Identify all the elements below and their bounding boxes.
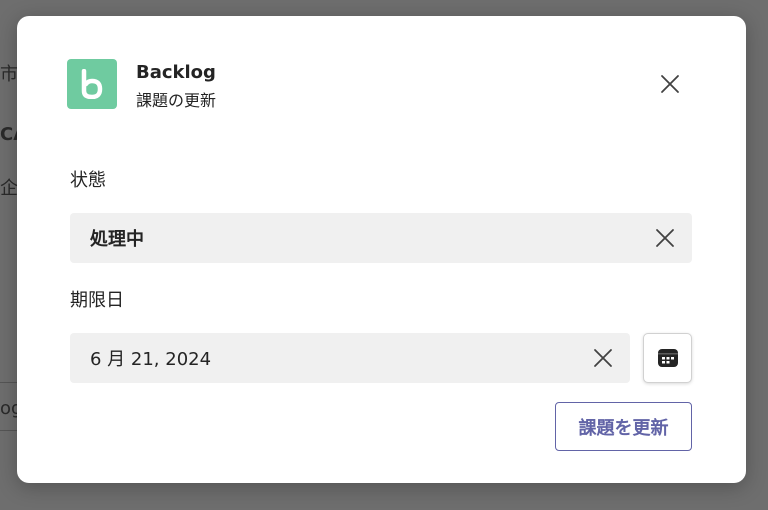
calendar-picker-button[interactable] [643, 333, 692, 383]
due-date-input[interactable]: 6 月 21, 2024 [70, 333, 630, 383]
status-select[interactable]: 処理中 [70, 213, 692, 263]
due-date-value: 6 月 21, 2024 [90, 349, 212, 370]
status-label: 状態 [70, 170, 106, 191]
app-name: Backlog [136, 62, 216, 83]
clear-due-date-button[interactable] [590, 345, 616, 371]
update-issue-dialog: Backlog 課題の更新 状態 処理中 期限日 6 月 21, 2024 課題… [17, 16, 746, 483]
close-dialog-button[interactable] [657, 71, 683, 97]
close-icon [594, 349, 612, 367]
dialog-subtitle: 課題の更新 [136, 91, 217, 110]
close-icon [661, 75, 679, 93]
calendar-icon [657, 349, 678, 367]
status-value: 処理中 [90, 229, 144, 250]
clear-status-button[interactable] [652, 225, 678, 251]
close-icon [656, 229, 674, 247]
update-issue-button[interactable]: 課題を更新 [555, 402, 692, 451]
backlog-logo [67, 59, 117, 109]
due-date-label: 期限日 [70, 290, 124, 311]
backlog-logo-icon [81, 69, 103, 99]
background-text: 企 [0, 178, 18, 199]
background-text: 市 [0, 64, 18, 85]
